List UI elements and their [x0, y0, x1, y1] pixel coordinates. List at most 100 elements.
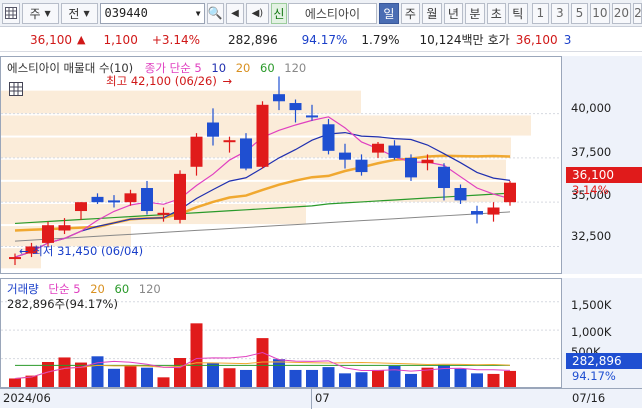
date-label-2024-06: 2024/06 — [3, 391, 51, 405]
price-change-pct: +3.14% — [151, 32, 201, 47]
volume-bar — [223, 368, 236, 387]
volume-bar — [322, 367, 335, 387]
volume-legend-name: 거래량 — [7, 282, 39, 296]
sound-button[interactable]: ◀) — [245, 2, 270, 24]
period-month-label: 월 — [426, 6, 438, 21]
low-annotation-text: 최저 31,450 (06/04) — [32, 244, 144, 258]
quote-bar: 36,100 ▲ 1,100 +3.14% 282,896 94.17% 1.7… — [0, 28, 642, 52]
new-badge[interactable]: 신 — [271, 2, 287, 24]
period-week-label: 주 — [404, 6, 416, 21]
volume-bar — [289, 369, 302, 387]
period-tick[interactable]: 틱 — [508, 2, 528, 24]
interval-20[interactable]: 20 — [611, 2, 632, 24]
current-price: 36,100 — [30, 32, 72, 47]
candle-body — [438, 166, 450, 189]
candle-body — [174, 173, 186, 220]
table-icon[interactable] — [9, 82, 23, 96]
interval-5[interactable]: 5 — [570, 2, 589, 24]
price-axis: 40,000 37,500 35,000 32,500 36,100 3.14% — [561, 56, 642, 274]
volume-bar — [306, 369, 318, 387]
volume-bar — [240, 369, 252, 387]
month-divider — [311, 389, 312, 409]
current-volume-pct: 94.17% — [572, 369, 616, 383]
stock-name-field: 에스티아이 — [287, 2, 378, 24]
interval-more[interactable]: 2 — [633, 2, 642, 24]
volume-legend-ma60: 60 — [114, 282, 130, 296]
prev-button[interactable]: ◀ — [226, 2, 244, 24]
toolbar: 주 ▼ 전 ▼ 039440 ▼ 🔍 ◀ ◀) 신 에스티아이 일 주 월 년 … — [0, 0, 642, 27]
speaker-icon: ◀) — [251, 7, 264, 19]
candle-body — [207, 122, 219, 137]
current-price-tag: 36,100 — [566, 167, 642, 183]
period-day[interactable]: 일 — [379, 2, 399, 24]
price-change: 1,100 — [103, 32, 138, 47]
high-annotation-text: 최고 42,100 (06/26) — [106, 74, 217, 88]
volume-bar — [174, 358, 186, 387]
candle-body — [405, 157, 417, 178]
candle-body — [504, 182, 516, 203]
volume-bar — [372, 369, 384, 387]
period-year[interactable]: 년 — [443, 2, 464, 24]
price-chart-svg — [1, 76, 561, 269]
legend-ma60: 60 — [260, 61, 275, 75]
volume-bar — [108, 368, 120, 387]
candle-body — [42, 225, 54, 243]
market-select[interactable]: 주 ▼ — [21, 2, 59, 24]
market-label: 주 — [29, 6, 41, 21]
volume-profile-bar — [1, 90, 361, 114]
interval-3[interactable]: 3 — [551, 2, 569, 24]
volume-chart-pane[interactable]: 거래량 단순 5 20 60 120 282,896주(94.17%) — [0, 278, 562, 388]
candle-body — [223, 140, 236, 143]
volume-bar — [405, 373, 417, 387]
up-triangle-icon: ▲ — [77, 33, 86, 46]
grid-icon[interactable] — [2, 2, 20, 24]
interval-10[interactable]: 10 — [590, 2, 610, 24]
price-chart-pane[interactable]: 에스티아이 매물대 수(10) 종가 단순 5 10 20 60 120 최고 … — [0, 56, 562, 274]
candle-body — [141, 188, 153, 212]
volume-bar — [91, 356, 104, 387]
quote-tail: 3 — [563, 32, 572, 47]
volume-value: 282,896 — [228, 32, 278, 47]
current-price-tag-value: 36,100 — [572, 168, 614, 182]
volume-bar — [273, 359, 285, 387]
bid-label: 호가 — [487, 33, 510, 47]
volume-bar — [207, 363, 219, 387]
candle-body — [91, 196, 104, 203]
candle-body — [487, 207, 500, 215]
period-second[interactable]: 초 — [486, 2, 507, 24]
stock-code-input[interactable]: 039440 ▼ — [99, 2, 205, 24]
volume-bar — [124, 365, 137, 387]
interval-1[interactable]: 1 — [531, 2, 550, 24]
current-price-pct: 3.14% — [572, 183, 609, 197]
type-select[interactable]: 전 ▼ — [60, 2, 98, 24]
volume-bar — [388, 365, 401, 387]
candle-body — [256, 104, 269, 167]
interval-1-label: 1 — [536, 6, 545, 20]
volume-bar — [190, 323, 203, 387]
candle-body — [58, 225, 71, 231]
interval-more-label: 2 — [634, 6, 642, 20]
candle-body — [124, 193, 137, 203]
volume-bar — [454, 368, 467, 387]
period-month[interactable]: 월 — [422, 2, 442, 24]
period-year-label: 년 — [447, 6, 459, 21]
volume-bar — [58, 357, 71, 387]
legend-ma20: 20 — [235, 61, 251, 75]
volume-legend-ma20: 20 — [90, 282, 105, 296]
candle-body — [240, 138, 252, 169]
volume-tick-1000k: 1,000K — [571, 325, 612, 339]
candle-body — [289, 103, 302, 111]
current-volume-tag: 282,896 — [566, 353, 642, 369]
price-tick-32500: 32,500 — [571, 229, 612, 243]
search-button[interactable]: 🔍 — [206, 2, 225, 24]
volume-bar — [487, 373, 500, 387]
new-label: 신 — [273, 6, 285, 21]
prev-icon: ◀ — [231, 7, 239, 19]
interval-20-label: 20 — [613, 6, 630, 20]
search-icon: 🔍 — [207, 6, 223, 20]
candle-body — [322, 124, 335, 151]
candle-body — [75, 202, 87, 212]
volume-bar — [355, 372, 368, 387]
period-week[interactable]: 주 — [400, 2, 421, 24]
period-minute[interactable]: 분 — [465, 2, 485, 24]
